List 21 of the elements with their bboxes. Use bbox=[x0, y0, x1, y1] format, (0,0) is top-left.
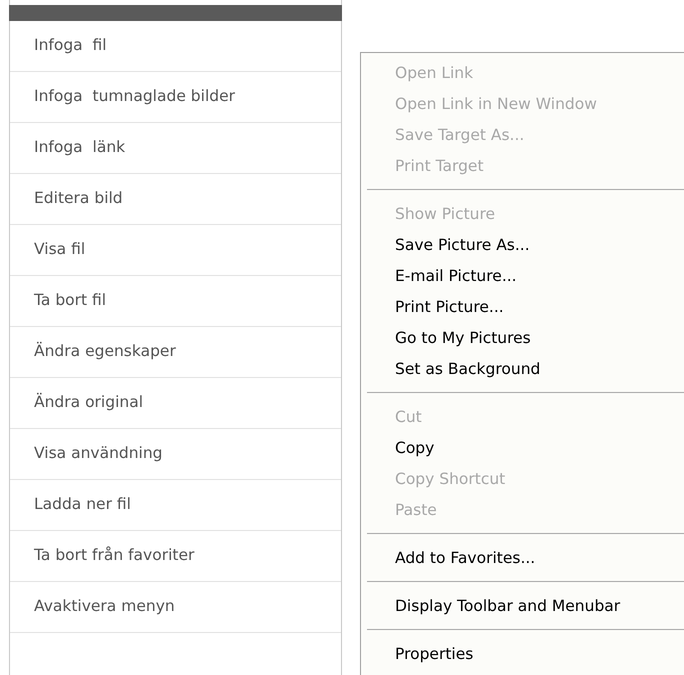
menu-item[interactable]: Copy bbox=[361, 432, 684, 463]
menu-item[interactable]: Ladda ner fil bbox=[34, 493, 131, 517]
menu-item[interactable]: Ta bort fil bbox=[34, 289, 106, 313]
menu-item[interactable]: Visa fil bbox=[34, 238, 86, 262]
menu-item[interactable]: Go to My Pictures bbox=[361, 322, 684, 353]
menu-item[interactable]: Ändra egenskaper bbox=[34, 340, 176, 364]
menu-item[interactable]: Set as Background bbox=[361, 353, 684, 384]
menu-item[interactable]: Ändra original bbox=[34, 391, 143, 415]
menu-item[interactable]: Save Picture As... bbox=[361, 229, 684, 260]
menu-item[interactable]: Ta bort från favoriter bbox=[34, 544, 194, 568]
menu-item[interactable]: Print Picture... bbox=[361, 291, 684, 322]
menu-item[interactable]: Infoga tumnaglade bilder bbox=[34, 85, 235, 109]
menu-item[interactable]: Editera bild bbox=[34, 187, 123, 211]
menu-item[interactable]: Infoga länk bbox=[34, 136, 126, 160]
menu-item[interactable]: Avaktivera menyn bbox=[34, 595, 175, 619]
menu-item[interactable]: Visa användning bbox=[34, 442, 163, 466]
menu-item[interactable]: Add to Favorites... bbox=[361, 542, 684, 573]
menu-item[interactable]: Infoga fil bbox=[34, 34, 107, 58]
menu-item[interactable]: Display Toolbar and Menubar bbox=[361, 590, 684, 621]
menu-item[interactable]: Properties bbox=[361, 638, 684, 669]
menu-item[interactable]: E-mail Picture... bbox=[361, 260, 684, 291]
